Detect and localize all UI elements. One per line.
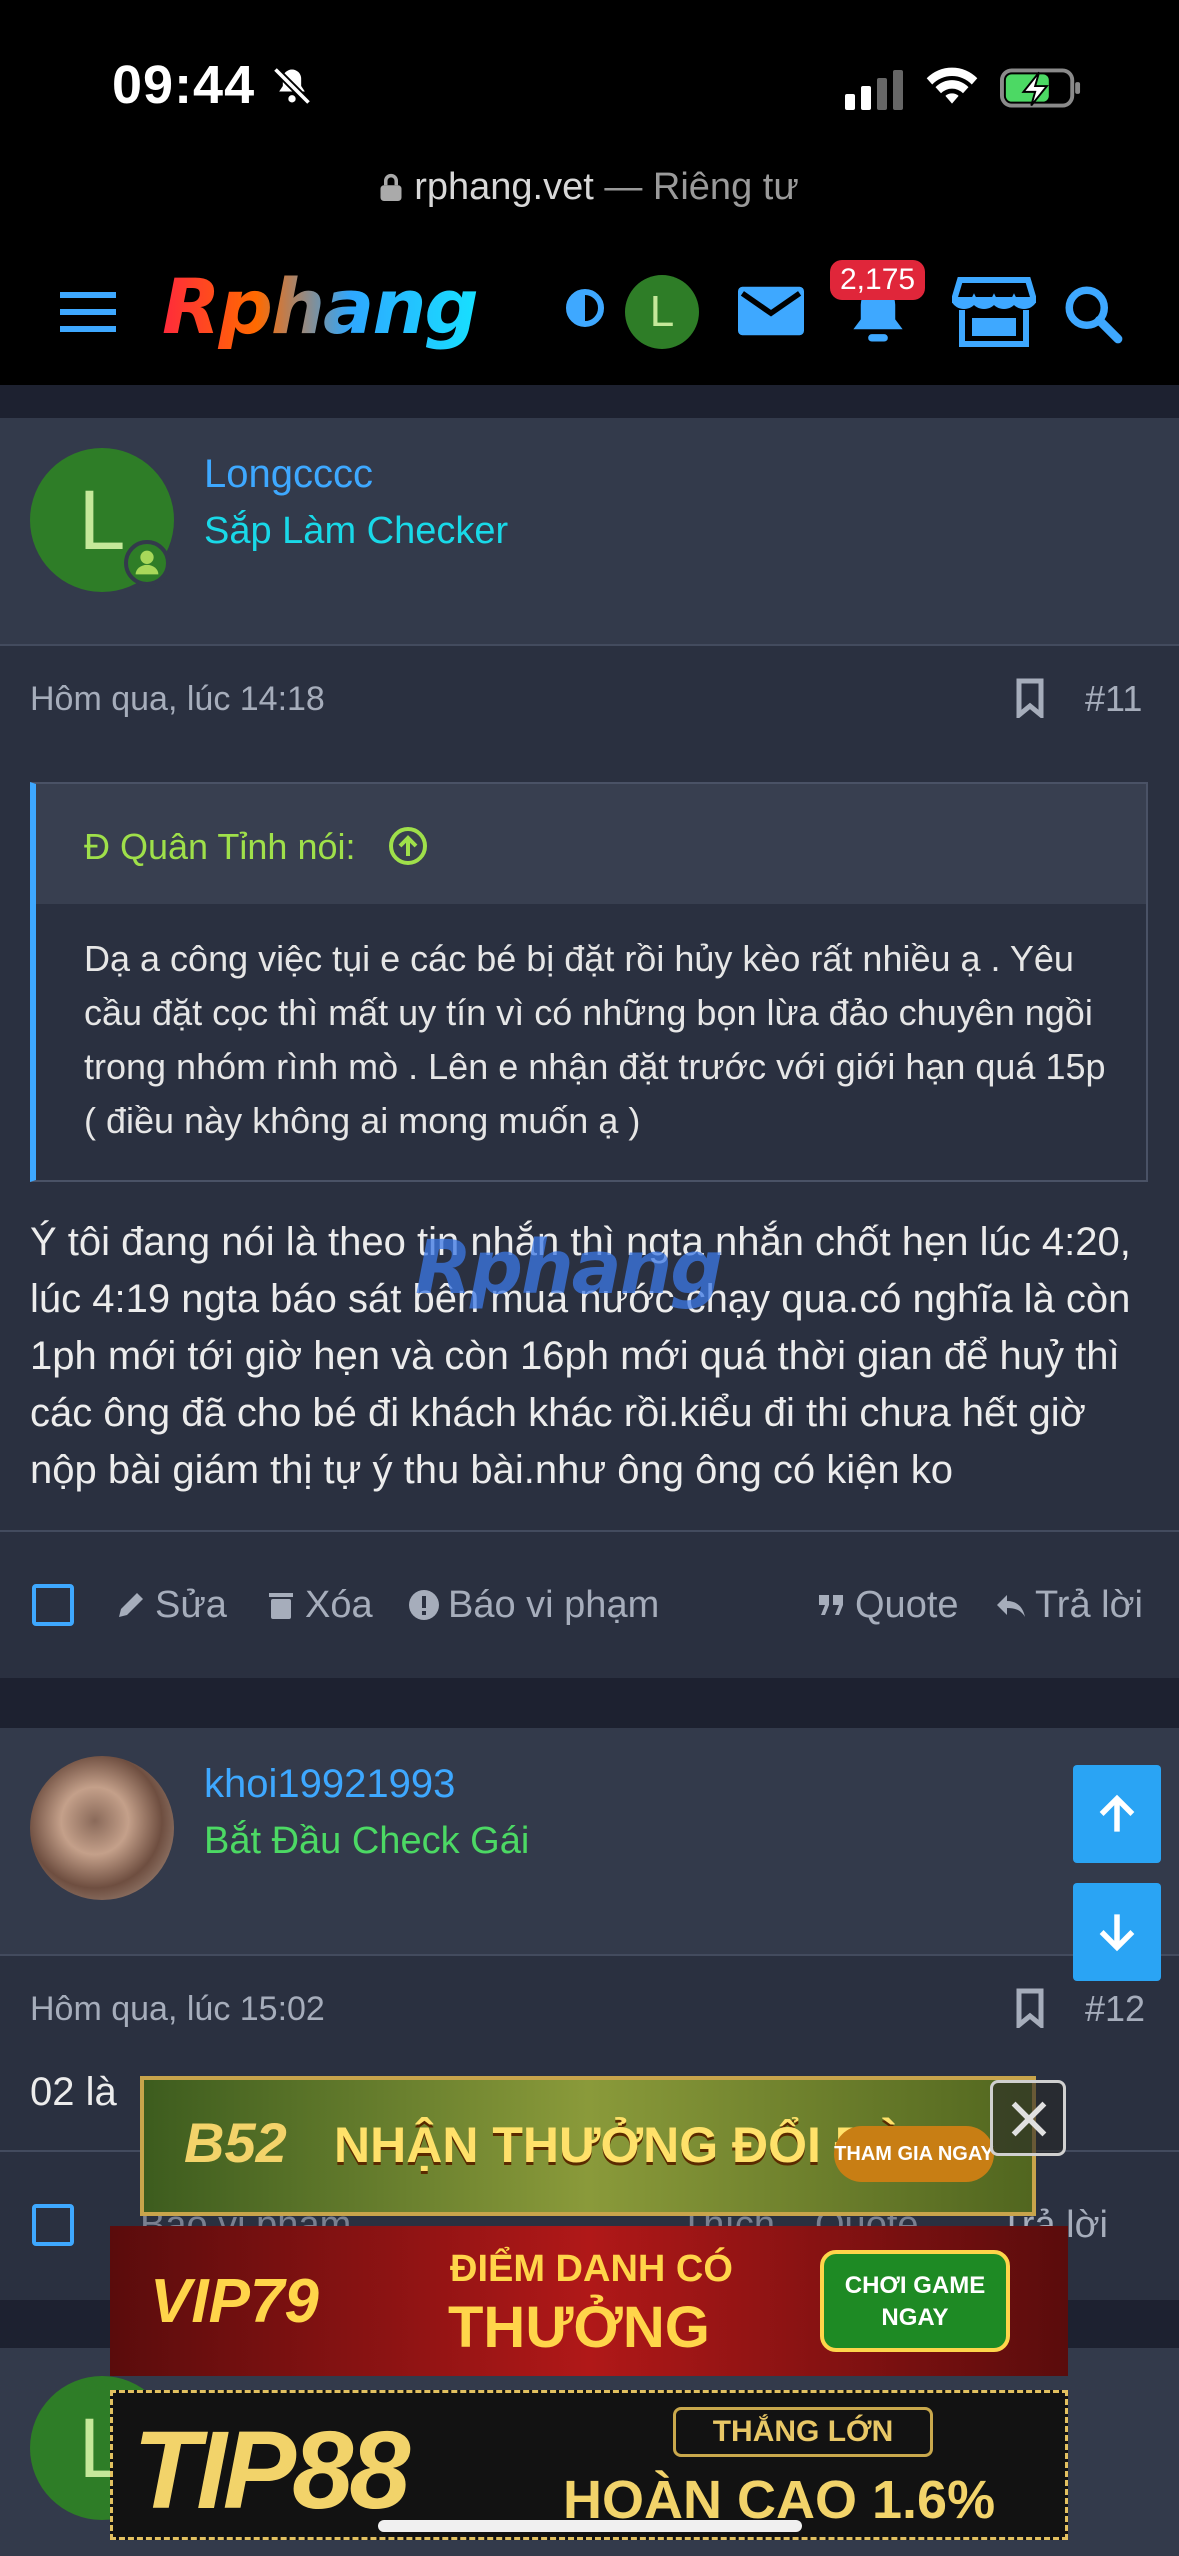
ad-banner-b52[interactable]: B52 NHẬN THƯỞNG ĐỔI ĐỜI THAM GIA NGAY [140,2076,1036,2216]
private-label: — Riêng tư [604,166,799,208]
mail-icon[interactable] [738,286,804,336]
author-avatar[interactable] [30,1756,174,1900]
post-number[interactable]: #12 [1085,1988,1145,2030]
trash-icon [269,1593,293,1619]
ad-cta-button[interactable]: THAM GIA NGAY [834,2126,994,2182]
edit-label: Sửa [155,1584,227,1626]
author-username[interactable]: Longcccc [204,452,373,497]
post-author-header: khoi19921993 Bắt Đầu Check Gái [0,1728,1179,1956]
warning-icon [409,1590,439,1620]
reply-button[interactable]: Trả lời [995,1584,1143,1627]
user-avatar[interactable]: L [625,275,699,349]
url-bar[interactable]: rphang.vet — Riêng tư [0,150,1179,240]
ad-brand: TIP88 [133,2409,410,2532]
divider [0,385,1179,418]
select-post-checkbox[interactable] [32,1584,74,1626]
battery-charging-icon [1000,68,1081,108]
notification-count-badge: 2,175 [830,260,926,300]
url-domain: rphang.vet [414,166,594,208]
edit-button[interactable]: Sửa [115,1584,227,1627]
author-username[interactable]: khoi19921993 [204,1762,455,1807]
hamburger-menu-icon[interactable] [60,290,116,334]
search-icon[interactable] [1063,284,1123,344]
report-label: Báo vi phạm [448,1584,660,1626]
quote-block: Đ Quân Tỉnh nói: Dạ a công việc tụi e cá… [30,782,1148,1182]
ad-cta-button[interactable]: CHƠI GAME NGAY [820,2250,1010,2352]
address-display[interactable]: rphang.vet — Riêng tư [0,166,1179,209]
ad-banner-tip88[interactable]: TIP88 THẮNG LỚN HOÀN CAO 1.6% [110,2390,1068,2540]
quote-text: Dạ a công việc tụi e các bé bị đặt rồi h… [84,938,1106,1141]
delete-label: Xóa [305,1584,373,1626]
ad-badge: THẮNG LỚN [673,2407,933,2457]
reply-icon [997,1595,1025,1617]
silent-mode-icon [272,66,312,106]
pencil-icon [119,1593,143,1617]
divider [0,1678,1179,1728]
home-indicator[interactable] [378,2520,802,2532]
post-number[interactable]: #11 [1085,678,1142,720]
wifi-icon [926,67,978,104]
jump-to-quote-icon[interactable] [388,826,428,866]
store-icon[interactable] [952,276,1036,348]
post-actions: Sửa Xóa Báo vi phạm Quote Trả lời [0,1530,1179,1678]
cellular-signal-icon [845,70,903,110]
ad-text-line1: ĐIỂM DANH CÓ [450,2248,733,2290]
site-header: Rphang L 2,175 [0,240,1179,385]
quote-icon [819,1595,843,1615]
bookmark-icon[interactable] [1015,678,1045,718]
scroll-top-button[interactable] [1073,1765,1161,1863]
quote-author[interactable]: Đ Quân Tỉnh nói: [84,826,356,868]
post-timestamp[interactable]: Hôm qua, lúc 14:18 [30,680,325,719]
report-button[interactable]: Báo vi phạm [408,1584,659,1627]
quote-label: Quote [855,1584,959,1626]
site-watermark: Rphang [415,1225,723,1311]
ad-close-button[interactable] [990,2080,1066,2156]
post-author-header: L Longcccc Sắp Làm Checker [0,418,1179,646]
author-title: Sắp Làm Checker [204,510,509,552]
bookmark-icon[interactable] [1015,1988,1045,2028]
delete-button[interactable]: Xóa [265,1584,373,1627]
quote-button[interactable]: Quote [815,1584,959,1627]
ad-brand: VIP79 [150,2267,319,2336]
close-icon [1011,2101,1047,2137]
post-timestamp[interactable]: Hôm qua, lúc 15:02 [30,1990,325,2029]
ad-text-line2: THƯỞNG [448,2295,710,2360]
select-post-checkbox[interactable] [32,2204,74,2246]
quote-header[interactable]: Đ Quân Tỉnh nói: [36,784,1146,904]
site-logo[interactable]: Rphang [162,262,479,351]
ad-brand: B52 [184,2111,287,2174]
author-title: Bắt Đầu Check Gái [204,1820,530,1862]
online-status-icon [124,540,170,586]
arrow-up-icon [1099,1794,1135,1832]
theme-toggle-icon[interactable] [565,288,605,328]
status-bar: 09:44 [0,0,1179,150]
arrow-down-icon [1099,1914,1135,1952]
scroll-bottom-button[interactable] [1073,1883,1161,1981]
clock: 09:44 [112,55,256,115]
lock-icon [380,173,402,201]
reply-label: Trả lời [1035,1584,1143,1626]
ad-banner-vip79[interactable]: VIP79 ĐIỂM DANH CÓ THƯỞNG CHƠI GAME NGAY [110,2226,1068,2376]
